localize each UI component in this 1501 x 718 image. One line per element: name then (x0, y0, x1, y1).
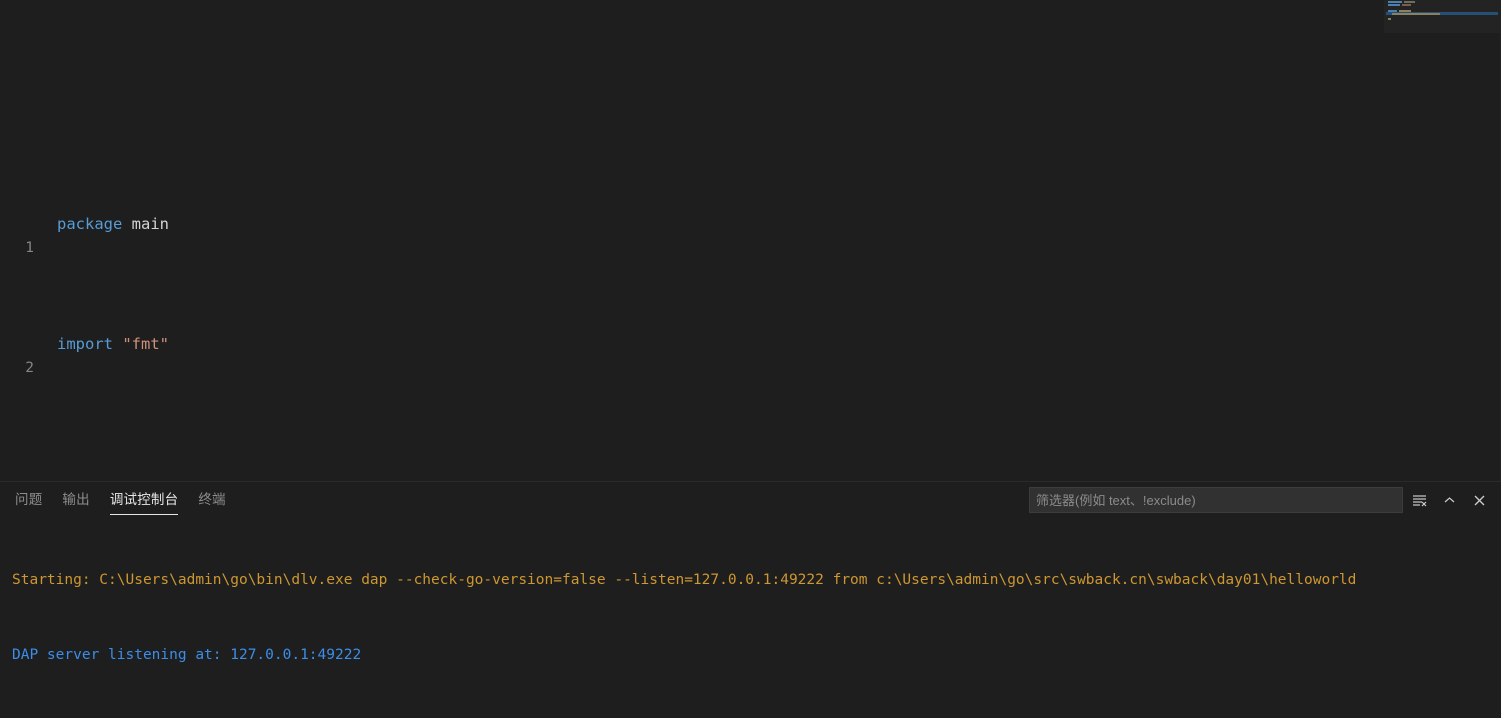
close-icon[interactable] (1465, 486, 1493, 514)
token-keyword-package: package (57, 215, 123, 233)
line-number-2: 2 (25, 360, 34, 376)
vscode-window: 1 package main 2 import "fmt" 3 4 func m… (0, 0, 1501, 718)
editor-code-area[interactable]: 1 package main 2 import "fmt" 3 4 func m… (0, 0, 1382, 481)
debug-console-output[interactable]: Starting: C:\Users\admin\go\bin\dlv.exe … (0, 518, 1501, 718)
code-editor[interactable]: 1 package main 2 import "fmt" 3 4 func m… (0, 0, 1501, 481)
minimap-row-1b (1404, 1, 1415, 3)
token-keyword-import: import (57, 335, 113, 353)
panel-tab-debug-console[interactable]: 调试控制台 (100, 483, 189, 517)
minimap-row-2b (1402, 4, 1411, 6)
panel-actions (1029, 482, 1501, 518)
editor-minimap[interactable] (1384, 0, 1501, 481)
panel-tab-problems[interactable]: 问题 (5, 483, 52, 517)
minimap-row-6 (1388, 18, 1391, 20)
console-line: Starting: C:\Users\admin\go\bin\dlv.exe … (12, 572, 1357, 588)
line-number-1: 1 (25, 240, 34, 256)
clear-console-icon[interactable] (1405, 486, 1433, 514)
line-content-2: import "fmt" (57, 332, 169, 356)
filter-input[interactable] (1029, 487, 1403, 513)
minimap-row-5 (1392, 13, 1440, 15)
panel-tab-terminal[interactable]: 终端 (188, 483, 235, 517)
panel-header: 问题 输出 调试控制台 终端 (0, 482, 1501, 518)
minimap-row-2 (1388, 4, 1400, 6)
panel-tab-output[interactable]: 输出 (52, 483, 99, 517)
code-line-1[interactable]: 1 package main (0, 212, 1382, 256)
console-line: DAP server listening at: 127.0.0.1:49222 (12, 647, 362, 663)
token-identifier-main: main (131, 215, 169, 233)
code-line-2[interactable]: 2 import "fmt" (0, 332, 1382, 376)
minimap-row-1 (1388, 1, 1402, 3)
token-string-fmt: "fmt" (122, 335, 170, 353)
chevron-up-icon[interactable] (1435, 486, 1463, 514)
bottom-panel: 问题 输出 调试控制台 终端 筛选器(例如 text、!exclude) Sta… (0, 481, 1501, 718)
code-line-partial (0, 92, 1382, 116)
code-line-3[interactable]: 3 (0, 452, 1382, 481)
line-content-1: package main (57, 212, 169, 236)
